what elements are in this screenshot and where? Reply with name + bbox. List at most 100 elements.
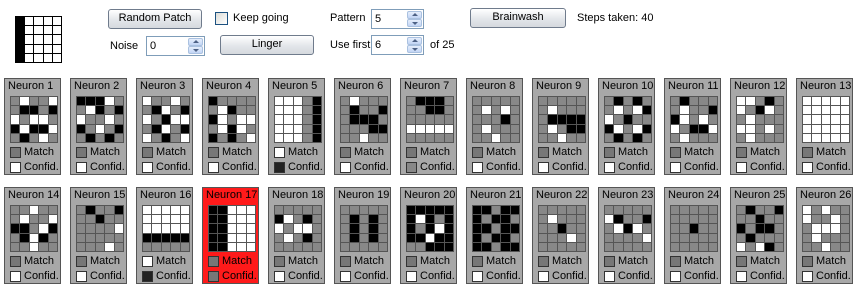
brainwash-button[interactable]: Brainwash: [470, 8, 566, 28]
weight-cell: [378, 115, 387, 124]
neuron-confid-swatch: [274, 162, 285, 173]
neuron-match-label: Match: [420, 255, 450, 267]
keep-going-checkbox[interactable]: [215, 12, 228, 25]
weight-cell: [708, 215, 717, 224]
neuron-panel[interactable]: Neuron 2 Match Confid.: [70, 78, 127, 175]
neuron-panel[interactable]: Neuron 4 Match Confid.: [202, 78, 259, 175]
weight-cell: [708, 124, 717, 133]
noise-value: 0: [150, 40, 157, 52]
neuron-panel[interactable]: Neuron 21 Match Confid.: [466, 187, 523, 284]
weight-cell: [689, 206, 699, 215]
pattern-up-arrow-icon[interactable]: [407, 11, 422, 19]
neuron-panel[interactable]: Neuron 9 Match Confid.: [532, 78, 589, 175]
neuron-panel[interactable]: Neuron 13 Match Confid.: [796, 78, 853, 175]
weight-cell: [95, 206, 105, 215]
neuron-panel[interactable]: Neuron 11 Match Confid.: [664, 78, 721, 175]
neuron-panel[interactable]: Neuron 25 Match Confid.: [730, 187, 787, 284]
neuron-panel[interactable]: Neuron 12 Match Confid.: [730, 78, 787, 175]
noise-spinbox[interactable]: 0: [146, 36, 205, 56]
use-first-up-arrow-icon[interactable]: [407, 37, 422, 45]
neuron-panel[interactable]: Neuron 24 Match Confid.: [664, 187, 721, 284]
neuron-match-label: Match: [24, 255, 54, 267]
neuron-weights-grid: [208, 96, 256, 143]
pattern-spinbox[interactable]: 5: [371, 9, 424, 29]
neuron-confid-row: Confid.: [604, 270, 653, 283]
weight-cell: [689, 97, 699, 106]
neuron-confid-label: Confid.: [24, 161, 59, 173]
neuron-panel[interactable]: Neuron 17 Match Confid.: [202, 187, 259, 284]
neuron-match-swatch: [10, 256, 21, 267]
neuron-panel[interactable]: Neuron 3 Match Confid.: [136, 78, 193, 175]
weight-cell: [29, 97, 39, 106]
neuron-weights-grid: [10, 96, 58, 143]
neuron-panel[interactable]: Neuron 20 Match Confid.: [400, 187, 457, 284]
weight-cell: [501, 233, 510, 242]
use-first-spinbox[interactable]: 6: [371, 35, 424, 55]
neuron-panel[interactable]: Neuron 5 Match Confid.: [268, 78, 325, 175]
weight-cell: [746, 133, 755, 142]
random-patch-button[interactable]: Random Patch: [108, 9, 202, 29]
weight-cell: [293, 124, 303, 133]
weight-cell: [284, 133, 293, 142]
weight-cell: [510, 233, 519, 242]
weight-cell: [708, 133, 717, 142]
weight-cell: [812, 133, 821, 142]
weight-cell: [605, 215, 614, 224]
weight-cell: [350, 133, 359, 142]
weight-cell: [209, 97, 218, 106]
noise-down-arrow-icon[interactable]: [188, 46, 203, 54]
neuron-panel[interactable]: Neuron 22 Match Confid.: [532, 187, 589, 284]
neuron-confid-row: Confid.: [274, 161, 323, 174]
neuron-panel[interactable]: Neuron 18 Match Confid.: [268, 187, 325, 284]
weight-cell: [180, 115, 189, 124]
weight-cell: [510, 224, 519, 233]
neuron-panel[interactable]: Neuron 19 Match Confid.: [334, 187, 391, 284]
weight-cell: [105, 115, 114, 124]
neuron-match-swatch: [472, 256, 483, 267]
neuron-panel[interactable]: Neuron 23 Match Confid.: [598, 187, 655, 284]
noise-up-arrow-icon[interactable]: [188, 38, 203, 46]
neuron-panel[interactable]: Neuron 14 Match Confid.: [4, 187, 61, 284]
weight-cell: [671, 106, 680, 115]
weight-cell: [143, 133, 152, 142]
neuron-panel[interactable]: Neuron 8 Match Confid.: [466, 78, 523, 175]
neuron-panel[interactable]: Neuron 1 Match Confid.: [4, 78, 61, 175]
weight-cell: [246, 115, 255, 124]
weight-cell: [605, 115, 614, 124]
neuron-match-row: Match: [472, 146, 516, 159]
neuron-confid-row: Confid.: [670, 270, 719, 283]
weight-cell: [482, 133, 491, 142]
weight-cell: [539, 133, 548, 142]
linger-button[interactable]: Linger: [220, 35, 314, 55]
neuron-panel[interactable]: Neuron 15 Match Confid.: [70, 187, 127, 284]
weight-cell: [435, 233, 444, 242]
weight-cell: [284, 224, 293, 233]
weight-cell: [312, 242, 321, 251]
neuron-panel[interactable]: Neuron 6 Match Confid.: [334, 78, 391, 175]
preview-cell: [25, 53, 34, 62]
weight-cell: [557, 206, 567, 215]
weight-cell: [246, 242, 255, 251]
weight-cell: [821, 106, 831, 115]
neuron-panel[interactable]: Neuron 7 Match Confid.: [400, 78, 457, 175]
neuron-confid-row: Confid.: [406, 270, 455, 283]
weight-cell: [114, 215, 123, 224]
pattern-down-arrow-icon[interactable]: [407, 19, 422, 27]
neuron-panel[interactable]: Neuron 16 Match Confid.: [136, 187, 193, 284]
weight-cell: [180, 97, 189, 106]
weight-cell: [840, 124, 849, 133]
weight-cell: [812, 242, 821, 251]
neuron-panel[interactable]: Neuron 26 Match Confid.: [796, 187, 853, 284]
weight-cell: [86, 242, 95, 251]
weight-cell: [605, 133, 614, 142]
use-first-down-arrow-icon[interactable]: [407, 45, 422, 53]
weight-cell: [473, 224, 482, 233]
weight-cell: [567, 233, 576, 242]
weight-cell: [633, 115, 642, 124]
weight-cell: [557, 224, 567, 233]
weight-cell: [633, 233, 642, 242]
weight-cell: [350, 115, 359, 124]
weight-cell: [143, 106, 152, 115]
neuron-match-label: Match: [486, 146, 516, 158]
neuron-panel[interactable]: Neuron 10 Match Confid.: [598, 78, 655, 175]
